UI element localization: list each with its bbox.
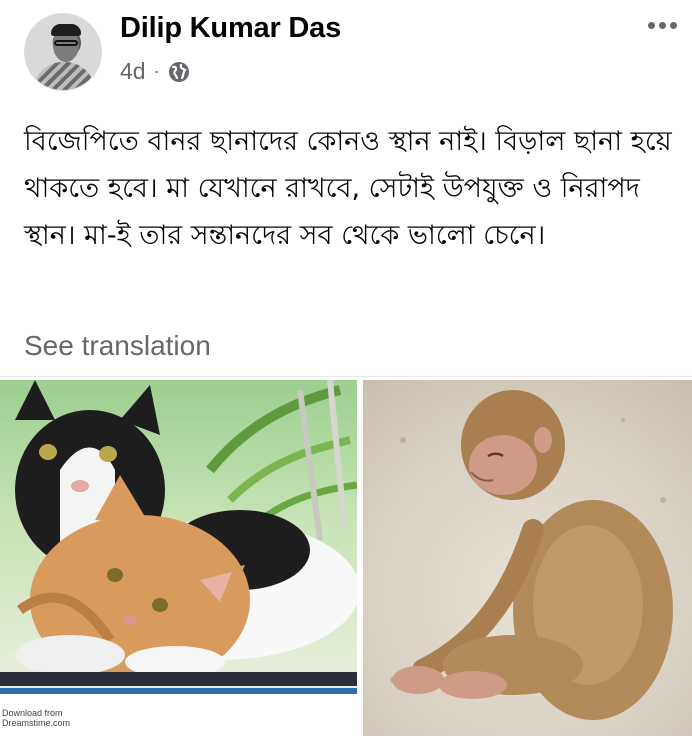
author-name[interactable]: Dilip Kumar Das bbox=[120, 12, 341, 45]
more-options-button[interactable] bbox=[648, 22, 677, 29]
post-meta: 4d · bbox=[120, 58, 190, 85]
avatar-shirt bbox=[33, 62, 95, 90]
two-cats-photo[interactable]: Download from Dreamstime.com bbox=[0, 380, 357, 736]
stock-watermark-text: Download from Dreamstime.com bbox=[2, 708, 71, 728]
stock-watermark-bar: Download from Dreamstime.com bbox=[0, 688, 357, 736]
avatar-glasses bbox=[54, 40, 78, 46]
photo-divider bbox=[0, 376, 692, 377]
more-dot bbox=[670, 22, 677, 29]
avatar-hair bbox=[51, 24, 81, 36]
avatar[interactable] bbox=[24, 13, 102, 91]
see-translation-link[interactable]: See translation bbox=[24, 330, 211, 362]
post-body: বিজেপিতে বানর ছানাদের কোনও স্থান নাই। বি… bbox=[24, 126, 672, 251]
post-time[interactable]: 4d bbox=[120, 58, 146, 85]
more-dot bbox=[648, 22, 655, 29]
post-header: Dilip Kumar Das 4d · bbox=[0, 0, 692, 100]
more-dot bbox=[659, 22, 666, 29]
meta-separator: · bbox=[153, 61, 160, 81]
globe-icon[interactable] bbox=[168, 61, 190, 83]
baby-monkey-photo[interactable] bbox=[363, 380, 692, 736]
